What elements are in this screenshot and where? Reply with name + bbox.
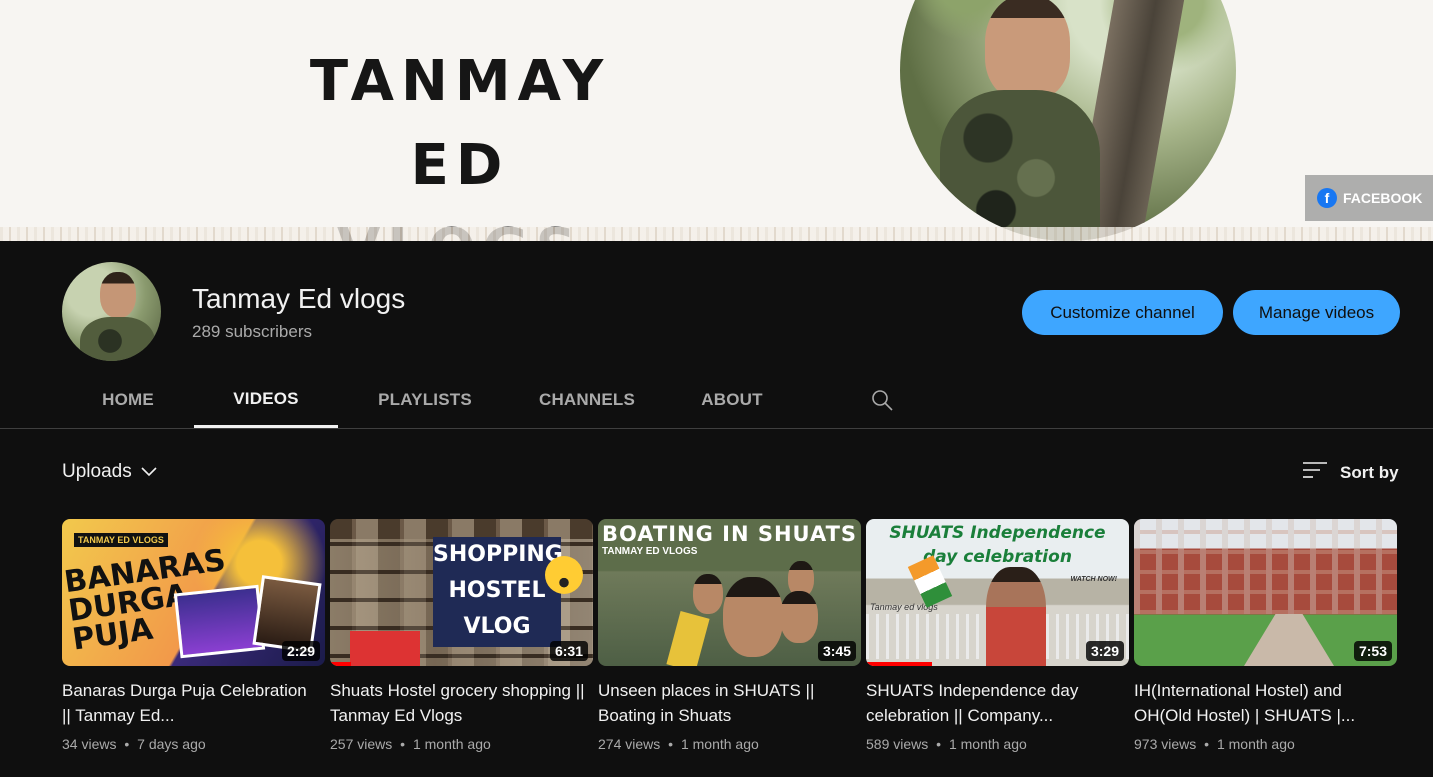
video-meta: 257 views • 1 month ago [330, 736, 593, 752]
view-count: 34 views [62, 736, 117, 752]
video-title[interactable]: Unseen places in SHUATS || Boating in Sh… [598, 678, 861, 728]
sort-by-label: Sort by [1340, 462, 1399, 482]
video-card[interactable]: SHUATS Independence day celebration WATC… [866, 519, 1129, 752]
banner-title: TANMAY ED VLOGS [250, 40, 670, 241]
meta-separator: • [668, 736, 674, 752]
video-card[interactable]: TANMAY ED VLOGS BANARAS DURGA PUJA 2:29 … [62, 519, 325, 752]
channel-tabs: HOME VIDEOS PLAYLISTS CHANNELS ABOUT [62, 372, 802, 428]
search-icon[interactable] [870, 388, 894, 412]
tab-about[interactable]: ABOUT [662, 372, 802, 428]
subscriber-count: 289 subscribers [192, 322, 313, 341]
banner-photo [900, 0, 1236, 241]
tab-home[interactable]: HOME [62, 372, 194, 428]
thumbnail-text: BOATING IN SHUATS [601, 522, 858, 546]
view-count: 274 views [598, 736, 661, 752]
video-meta: 973 views • 1 month ago [1134, 736, 1397, 752]
channel-avatar[interactable] [62, 262, 161, 361]
upload-age: 1 month ago [1216, 736, 1295, 752]
sort-icon [1302, 460, 1328, 485]
video-duration: 3:29 [1085, 641, 1124, 661]
video-title[interactable]: IH(International Hostel) and OH(Old Host… [1134, 678, 1397, 728]
video-thumbnail[interactable]: SHUATS Independence day celebration WATC… [866, 519, 1129, 666]
video-card[interactable]: 7:53 IH(International Hostel) and OH(Old… [1134, 519, 1397, 752]
upload-age: 1 month ago [948, 736, 1027, 752]
meta-separator: • [1204, 736, 1210, 752]
video-meta: 274 views • 1 month ago [598, 736, 861, 752]
video-title[interactable]: Shuats Hostel grocery shopping || Tanmay… [330, 678, 593, 728]
video-duration: 2:29 [281, 641, 320, 661]
view-count: 973 views [1134, 736, 1197, 752]
uploads-label: Uploads [62, 461, 132, 482]
meta-separator: • [124, 736, 130, 752]
thumbnail-tag: TANMAY ED VLOGS [74, 533, 168, 547]
facebook-link-label: FACEBOOK [1343, 190, 1423, 206]
video-duration: 6:31 [549, 641, 588, 661]
thumbnail-text: SHOPPING HOSTEL VLOG [433, 537, 563, 647]
customize-channel-button[interactable]: Customize channel [1022, 290, 1223, 335]
banner-speckle-border [0, 227, 1433, 241]
video-title[interactable]: SHUATS Independence day celebration || C… [866, 678, 1129, 728]
meta-separator: • [936, 736, 942, 752]
video-duration: 3:45 [817, 641, 856, 661]
video-thumbnail[interactable]: BOATING IN SHUATS TANMAY ED VLOGS 3:45 [598, 519, 861, 666]
facebook-icon: f [1317, 188, 1337, 208]
view-count: 589 views [866, 736, 929, 752]
upload-age: 7 days ago [137, 736, 206, 752]
video-grid: TANMAY ED VLOGS BANARAS DURGA PUJA 2:29 … [62, 519, 1397, 752]
upload-age: 1 month ago [680, 736, 759, 752]
video-title[interactable]: Banaras Durga Puja Celebration || Tanmay… [62, 678, 325, 728]
video-thumbnail[interactable]: SHOPPING HOSTEL VLOG 6:31 [330, 519, 593, 666]
watch-progress-bar [330, 662, 352, 666]
upload-age: 1 month ago [412, 736, 491, 752]
tab-channels[interactable]: CHANNELS [512, 372, 662, 428]
video-card[interactable]: BOATING IN SHUATS TANMAY ED VLOGS 3:45 U… [598, 519, 861, 752]
watch-progress-bar [866, 662, 932, 666]
sort-by-button[interactable]: Sort by [1302, 460, 1399, 485]
thumbnail-subtext: TANMAY ED VLOGS [602, 546, 698, 557]
thumbnail-text: SHUATS Independence day celebration [889, 523, 1106, 567]
facebook-link[interactable]: f FACEBOOK [1305, 175, 1433, 221]
view-count: 257 views [330, 736, 393, 752]
channel-name: Tanmay Ed vlogs [192, 283, 406, 314]
uploads-dropdown[interactable]: Uploads [62, 461, 158, 483]
video-meta: 34 views • 7 days ago [62, 736, 325, 752]
channel-banner: TANMAY ED VLOGS f FACEBOOK [0, 0, 1433, 241]
chevron-down-icon [140, 461, 158, 483]
tab-videos[interactable]: VIDEOS [194, 372, 338, 428]
tab-playlists[interactable]: PLAYLISTS [338, 372, 512, 428]
video-thumbnail[interactable]: TANMAY ED VLOGS BANARAS DURGA PUJA 2:29 [62, 519, 325, 666]
meta-separator: • [400, 736, 406, 752]
manage-videos-button[interactable]: Manage videos [1233, 290, 1400, 335]
video-thumbnail[interactable]: 7:53 [1134, 519, 1397, 666]
thumbnail-watch-label: WATCH NOW! [1070, 576, 1117, 583]
video-meta: 589 views • 1 month ago [866, 736, 1129, 752]
video-card[interactable]: SHOPPING HOSTEL VLOG 6:31 Shuats Hostel … [330, 519, 593, 752]
shocked-emoji-icon [545, 556, 583, 594]
tabs-divider [0, 428, 1433, 429]
video-duration: 7:53 [1353, 641, 1392, 661]
banner-title-line1: TANMAY ED [309, 49, 611, 198]
